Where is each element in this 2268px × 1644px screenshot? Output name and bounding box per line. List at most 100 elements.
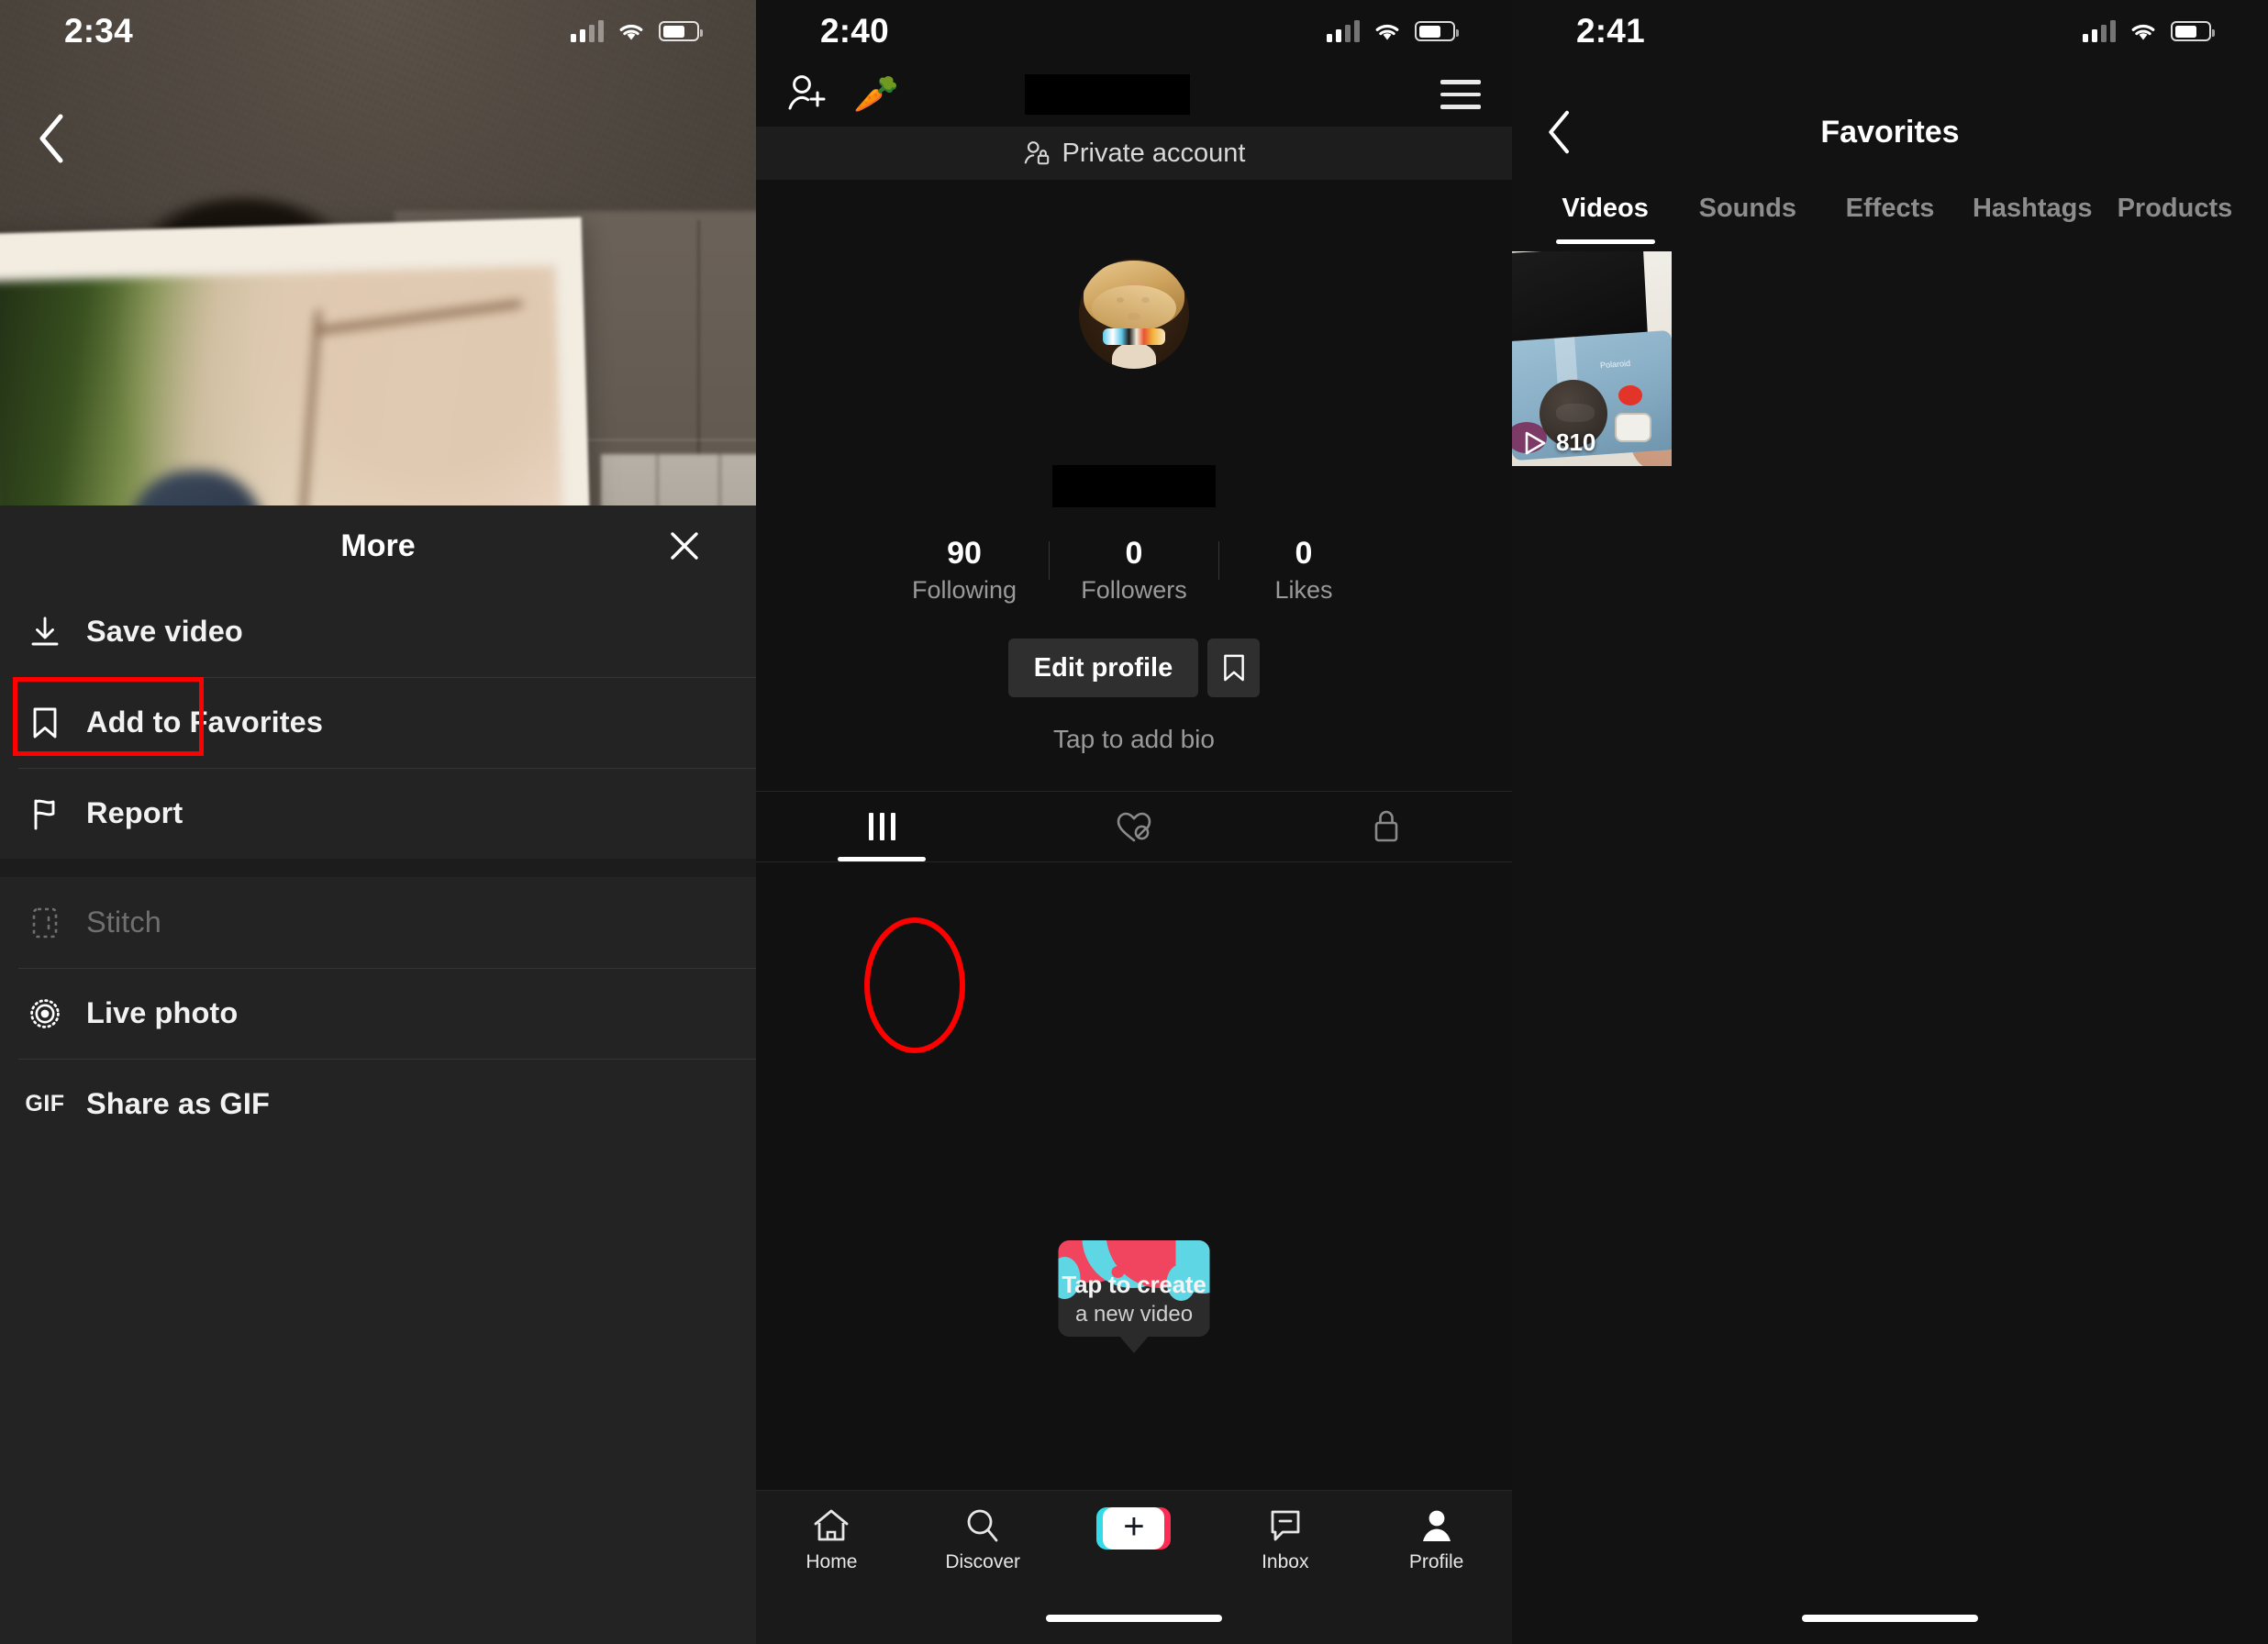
- profile-avatar[interactable]: [1079, 259, 1189, 369]
- favorites-video-grid: Polaroid 810: [1512, 251, 2268, 466]
- tab-posts[interactable]: [756, 792, 1008, 861]
- nav-label: Inbox: [1262, 1551, 1309, 1572]
- avatar-wig-front: [1092, 284, 1176, 332]
- nav-item-inbox[interactable]: Inbox: [1209, 1507, 1361, 1573]
- liked-hidden-heart-icon: [1117, 812, 1151, 842]
- top-bar-left: 🥕: [787, 72, 899, 117]
- bio-placeholder[interactable]: Tap to add bio: [756, 725, 1512, 754]
- menu-item-label: Report: [86, 796, 183, 829]
- gif-icon-text: GIF: [25, 1091, 65, 1116]
- stat-followers[interactable]: 0 Followers: [1050, 536, 1218, 605]
- person-icon: [1422, 1510, 1451, 1541]
- profile-actions: Edit profile: [756, 639, 1512, 697]
- tab-hashtags[interactable]: Hashtags: [1962, 194, 2104, 224]
- menu-item-stitch: Stitch: [0, 877, 756, 968]
- page-title: Favorites: [1820, 114, 1960, 150]
- grid-posts-icon: [868, 813, 895, 840]
- tab-private[interactable]: [1260, 792, 1512, 861]
- hamburger-menu-icon[interactable]: [1440, 80, 1481, 109]
- nav-label: Discover: [945, 1551, 1021, 1572]
- edit-profile-button[interactable]: Edit profile: [1008, 639, 1198, 697]
- profile-content-tabs: [756, 791, 1512, 862]
- private-lock-icon: [1374, 810, 1397, 842]
- menu-item-label: Stitch: [86, 905, 161, 939]
- tab-videos[interactable]: Videos: [1534, 194, 1676, 224]
- cellular-signal-icon: [1326, 20, 1360, 42]
- play-icon: [1525, 431, 1546, 454]
- nav-item-profile[interactable]: Profile: [1361, 1507, 1512, 1573]
- menu-item-label: Share as GIF: [86, 1087, 270, 1120]
- bottom-navigation-bar: Home Discover + Inbox Profile: [756, 1490, 1512, 1644]
- nav-label: Profile: [1408, 1551, 1464, 1572]
- tree-branch-2: [317, 300, 522, 334]
- favorites-header: Favorites: [1512, 97, 2268, 167]
- divider: [18, 968, 756, 969]
- play-count: 810: [1523, 428, 1595, 457]
- sheet-header: More: [0, 505, 756, 586]
- menu-item-add-to-favorites[interactable]: Add to Favorites: [0, 677, 756, 768]
- tree-branch: [299, 310, 321, 528]
- menu-item-live-photo[interactable]: Live photo: [0, 968, 756, 1059]
- nav-label: Home: [806, 1551, 858, 1572]
- wifi-icon: [1373, 21, 1401, 41]
- profile-stats: 90 Following 0 Followers 0 Likes: [756, 536, 1512, 605]
- menu-item-label: Live photo: [86, 996, 239, 1029]
- tooltip-tail: [1118, 1335, 1150, 1353]
- menu-item-report[interactable]: Report: [0, 768, 756, 859]
- menu-item-share-as-gif[interactable]: GIF Share as GIF: [0, 1059, 756, 1150]
- stat-likes[interactable]: 0 Likes: [1219, 536, 1388, 605]
- download-icon: [18, 616, 72, 649]
- tooltip-line-1: Tap to create: [1062, 1271, 1206, 1298]
- status-icons: [570, 20, 703, 42]
- carrot-sparkle-icon[interactable]: 🥕: [853, 76, 899, 113]
- tab-effects[interactable]: Effects: [1818, 194, 1961, 224]
- flag-icon: [18, 797, 72, 830]
- inbox-message-icon: [1271, 1510, 1300, 1541]
- battery-icon: [2171, 21, 2215, 41]
- close-icon[interactable]: [662, 524, 706, 568]
- status-icons: [1326, 20, 1459, 42]
- stat-value: 90: [947, 536, 982, 571]
- profile-top-bar: 🥕: [756, 62, 1512, 127]
- screen-profile: 2:40 🥕 Private account 90 Following 0 Fo…: [756, 0, 1512, 1644]
- nav-item-discover[interactable]: Discover: [907, 1507, 1059, 1573]
- stat-label: Following: [911, 576, 1017, 605]
- menu-item-label: Add to Favorites: [86, 705, 324, 739]
- video-thumbnail[interactable]: Polaroid 810: [1512, 251, 1672, 466]
- username-redacted: [1024, 74, 1190, 115]
- search-icon: [967, 1509, 998, 1542]
- battery-icon: [659, 21, 703, 41]
- stat-label: Likes: [1274, 576, 1333, 605]
- gif-icon: GIF: [18, 1091, 72, 1117]
- stat-value: 0: [1125, 536, 1143, 571]
- nav-item-home[interactable]: Home: [756, 1507, 907, 1573]
- favorites-button[interactable]: [1207, 639, 1260, 697]
- tab-liked[interactable]: [1008, 792, 1261, 861]
- menu-item-save-video[interactable]: Save video: [0, 586, 756, 677]
- status-time: 2:41: [1576, 12, 1645, 50]
- stitch-icon: [18, 906, 72, 939]
- active-tab-underline: [838, 857, 927, 861]
- wifi-icon: [617, 21, 645, 41]
- add-person-icon[interactable]: [787, 72, 829, 117]
- display-name-redacted: [1052, 465, 1216, 507]
- screen-favorites: 2:41 Favorites Videos Sounds Effects Has…: [1512, 0, 2268, 1644]
- tab-products[interactable]: Products: [2104, 194, 2246, 224]
- tab-sounds[interactable]: Sounds: [1676, 194, 1818, 224]
- private-account-banner: Private account: [756, 127, 1512, 180]
- nav-item-create[interactable]: +: [1059, 1507, 1210, 1557]
- divider: [18, 677, 756, 678]
- section-gap: [0, 859, 756, 877]
- create-video-tooltip[interactable]: Tap to create a new video: [1058, 1240, 1210, 1337]
- stat-following[interactable]: 90 Following: [880, 536, 1049, 605]
- tooltip-line-2: a new video: [1074, 1302, 1194, 1327]
- more-action-sheet: More Save video Add to Favorites Report …: [0, 505, 756, 1644]
- back-button[interactable]: [22, 108, 83, 169]
- tooltip-text: Tap to create a new video: [1059, 1271, 1210, 1327]
- home-indicator: [1802, 1615, 1978, 1622]
- create-plus-button[interactable]: +: [1096, 1507, 1172, 1550]
- battery-icon: [1415, 21, 1459, 41]
- home-icon: [814, 1509, 849, 1541]
- sheet-title: More: [340, 528, 416, 563]
- back-button[interactable]: [1532, 105, 1587, 160]
